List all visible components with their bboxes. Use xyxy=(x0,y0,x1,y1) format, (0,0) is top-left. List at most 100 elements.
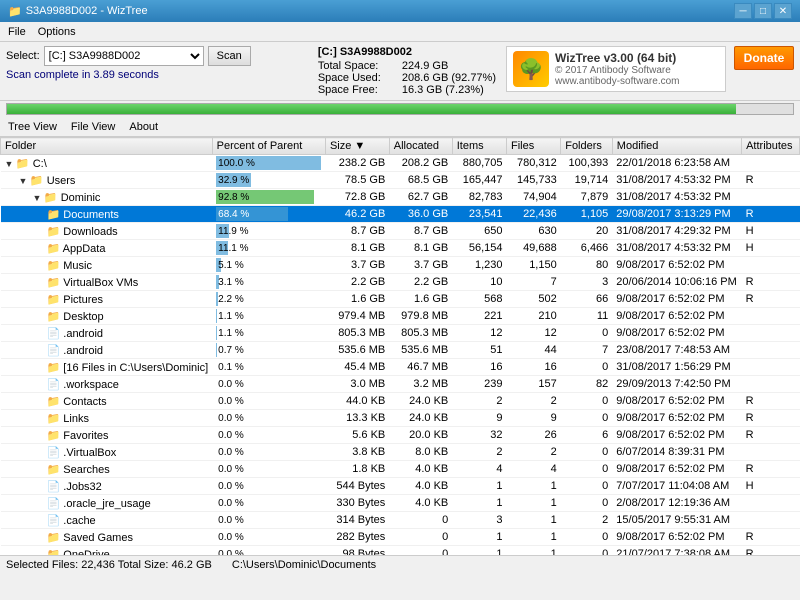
folder-name: Documents xyxy=(63,209,119,221)
bar-container: 11.9 % xyxy=(216,224,321,238)
cell-modified: 31/08/2017 4:29:32 PM xyxy=(612,223,741,240)
folder-icon: 📁 xyxy=(47,226,61,238)
toolbar: Tree View File View About xyxy=(0,117,800,137)
bar-container: 0.0 % xyxy=(216,547,321,555)
bar-container: 3.1 % xyxy=(216,275,321,289)
table-row[interactable]: 📁 VirtualBox VMs3.1 %2.2 GB2.2 GB107320/… xyxy=(1,274,800,291)
table-row[interactable]: 📁 Desktop1.1 %979.4 MB979.8 MB221210119/… xyxy=(1,308,800,325)
cell-attrib: R xyxy=(742,427,800,444)
cell-files: 7 xyxy=(506,274,560,291)
selection-title: [C:] S3A9988D002 xyxy=(318,46,496,58)
cell-files: 630 xyxy=(506,223,560,240)
cell-attrib: R xyxy=(742,172,800,189)
toolbar-file-view[interactable]: File View xyxy=(67,120,119,134)
status-selected: Selected Files: 22,436 Total Size: 46.2 … xyxy=(6,559,212,571)
bar-container: 0.0 % xyxy=(216,530,321,544)
table-row[interactable]: 📄 .android1.1 %805.3 MB805.3 MB121209/08… xyxy=(1,325,800,342)
cell-modified: 9/08/2017 6:52:02 PM xyxy=(612,257,741,274)
header-attrib[interactable]: Attributes xyxy=(742,138,800,155)
header-folder[interactable]: Folder xyxy=(1,138,213,155)
cell-folders: 0 xyxy=(561,461,613,478)
title-bar: 📁 S3A9988D002 - WizTree ─ □ ✕ xyxy=(0,0,800,22)
header-files[interactable]: Files xyxy=(506,138,560,155)
table-row[interactable]: 📁 Pictures2.2 %1.6 GB1.6 GB568502669/08/… xyxy=(1,291,800,308)
table-row[interactable]: 📁 Documents68.4 %46.2 GB36.0 GB23,54122,… xyxy=(1,206,800,223)
cell-allocated: 62.7 GB xyxy=(389,189,452,206)
table-row[interactable]: 📁 Contacts0.0 %44.0 KB24.0 KB2209/08/201… xyxy=(1,393,800,410)
table-row[interactable]: ▼ 📁 Users32.9 %78.5 GB68.5 GB165,447145,… xyxy=(1,172,800,189)
bar-text: 68.4 % xyxy=(216,209,249,220)
cell-attrib xyxy=(742,308,800,325)
cell-folder: 📁 Desktop xyxy=(1,308,213,325)
cell-size: 1.8 KB xyxy=(325,461,389,478)
cell-folders: 3 xyxy=(561,274,613,291)
cell-attrib: R xyxy=(742,291,800,308)
header-folders[interactable]: Folders xyxy=(561,138,613,155)
menu-options[interactable]: Options xyxy=(32,24,82,40)
cell-modified: 31/08/2017 1:56:29 PM xyxy=(612,359,741,376)
drive-select[interactable]: [C:] S3A9988D002 xyxy=(44,46,204,66)
folder-name: C:\ xyxy=(33,158,47,170)
header-allocated[interactable]: Allocated xyxy=(389,138,452,155)
table-row[interactable]: 📄 .Jobs320.0 %544 Bytes4.0 KB1107/07/201… xyxy=(1,478,800,495)
cell-percent: 0.0 % xyxy=(212,512,325,529)
toolbar-tree-view[interactable]: Tree View xyxy=(4,120,61,134)
scan-button[interactable]: Scan xyxy=(208,46,251,66)
cell-attrib xyxy=(742,444,800,461)
header-right: 🌳 WizTree v3.00 (64 bit) © 2017 Antibody… xyxy=(506,46,794,92)
menu-file[interactable]: File xyxy=(2,24,32,40)
minimize-button[interactable]: ─ xyxy=(734,3,752,19)
menu-bar: File Options xyxy=(0,22,800,42)
table-row[interactable]: 📄 .VirtualBox0.0 %3.8 KB8.0 KB2206/07/20… xyxy=(1,444,800,461)
table-row[interactable]: 📁 AppData11.1 %8.1 GB8.1 GB56,15449,6886… xyxy=(1,240,800,257)
cell-size: 282 Bytes xyxy=(325,529,389,546)
table-row[interactable]: ▼ 📁 Dominic92.8 %72.8 GB62.7 GB82,78374,… xyxy=(1,189,800,206)
cell-attrib xyxy=(742,359,800,376)
header-items[interactable]: Items xyxy=(452,138,506,155)
file-list[interactable]: Folder Percent of Parent Size ▼ Allocate… xyxy=(0,137,800,555)
close-button[interactable]: ✕ xyxy=(774,3,792,19)
header-size[interactable]: Size ▼ xyxy=(325,138,389,155)
title-bar-left: 📁 S3A9988D002 - WizTree xyxy=(8,5,148,18)
cell-size: 8.7 GB xyxy=(325,223,389,240)
scan-status: Scan complete in 3.89 seconds xyxy=(6,69,308,81)
table-row[interactable]: 📁 Music5.1 %3.7 GB3.7 GB1,2301,150809/08… xyxy=(1,257,800,274)
cell-items: 1 xyxy=(452,529,506,546)
table-row[interactable]: 📄 .oracle_jre_usage0.0 %330 Bytes4.0 KB1… xyxy=(1,495,800,512)
folder-name: VirtualBox VMs xyxy=(63,277,138,289)
logo-info: WizTree v3.00 (64 bit) © 2017 Antibody S… xyxy=(555,51,680,87)
table-row[interactable]: 📄 .android0.7 %535.6 MB535.6 MB5144723/0… xyxy=(1,342,800,359)
header-percent[interactable]: Percent of Parent xyxy=(212,138,325,155)
table-row[interactable]: 📁 Links0.0 %13.3 KB24.0 KB9909/08/2017 6… xyxy=(1,410,800,427)
table-row[interactable]: 📁 Favorites0.0 %5.6 KB20.0 KB322669/08/2… xyxy=(1,427,800,444)
cell-items: 1 xyxy=(452,546,506,556)
expand-icon: ▼ xyxy=(5,159,16,169)
table-row[interactable]: 📄 .workspace0.0 %3.0 MB3.2 MB2391578229/… xyxy=(1,376,800,393)
cell-attrib xyxy=(742,512,800,529)
table-row[interactable]: 📁 OneDrive0.0 %98 Bytes011021/07/2017 7:… xyxy=(1,546,800,556)
folder-icon: 📁 xyxy=(47,243,61,255)
cell-size: 13.3 KB xyxy=(325,410,389,427)
header-modified[interactable]: Modified xyxy=(612,138,741,155)
toolbar-about[interactable]: About xyxy=(125,120,162,134)
table-row[interactable]: 📄 .cache0.0 %314 Bytes031215/05/2017 9:5… xyxy=(1,512,800,529)
folder-icon: 📁 xyxy=(47,532,61,544)
donate-button[interactable]: Donate xyxy=(734,46,794,70)
table-row[interactable]: ▼ 📁 C:\100.0 %238.2 GB208.2 GB880,705780… xyxy=(1,155,800,172)
cell-folders: 0 xyxy=(561,546,613,556)
table-row[interactable]: 📁 Downloads11.9 %8.7 GB8.7 GB6506302031/… xyxy=(1,223,800,240)
cell-percent: 68.4 % xyxy=(212,206,325,223)
cell-size: 8.1 GB xyxy=(325,240,389,257)
cell-allocated: 4.0 KB xyxy=(389,495,452,512)
table-row[interactable]: 📁 Searches0.0 %1.8 KB4.0 KB4409/08/2017 … xyxy=(1,461,800,478)
folder-name: .cache xyxy=(63,515,95,527)
folder-icon: 📁 xyxy=(44,192,58,204)
table-row[interactable]: 📁 [16 Files in C:\Users\Dominic]0.1 %45.… xyxy=(1,359,800,376)
cell-percent: 0.0 % xyxy=(212,393,325,410)
bar-container: 1.1 % xyxy=(216,309,321,323)
table-row[interactable]: 📁 Saved Games0.0 %282 Bytes01109/08/2017… xyxy=(1,529,800,546)
maximize-button[interactable]: □ xyxy=(754,3,772,19)
cell-folder: 📁 Documents xyxy=(1,206,213,223)
bar-container: 0.0 % xyxy=(216,462,321,476)
cell-allocated: 8.7 GB xyxy=(389,223,452,240)
